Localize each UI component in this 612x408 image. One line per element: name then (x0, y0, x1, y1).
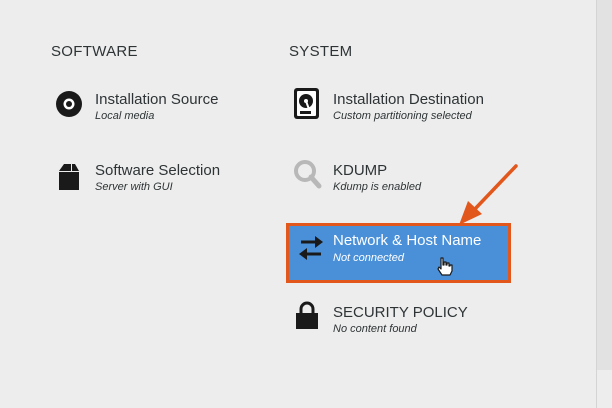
kdump-status: Kdump is enabled (333, 181, 422, 193)
window-edge (596, 0, 612, 408)
installation-source-status: Local media (95, 110, 155, 122)
package-icon (53, 156, 93, 196)
installation-destination-status: Custom partitioning selected (333, 110, 472, 122)
hand-cursor-icon (437, 257, 453, 276)
network-host-name-status: Not connected (333, 252, 404, 264)
system-heading: SYSTEM (289, 43, 353, 60)
harddisk-icon (291, 85, 331, 125)
security-policy-spoke[interactable]: SECURITY POLICY No content found (291, 298, 521, 350)
security-policy-title: SECURITY POLICY (333, 304, 468, 321)
magnifier-icon (291, 156, 331, 196)
network-arrows-icon (293, 230, 333, 270)
software-selection-status: Server with GUI (95, 181, 173, 193)
kdump-spoke[interactable]: KDUMP Kdump is enabled (291, 156, 521, 208)
disc-icon (53, 85, 93, 125)
installation-destination-spoke[interactable]: Installation Destination Custom partitio… (291, 85, 521, 137)
network-host-name-spoke[interactable]: Network & Host Name Not connected (286, 223, 511, 283)
network-host-name-title: Network & Host Name (333, 232, 482, 249)
security-policy-status: No content found (333, 323, 417, 335)
lock-icon (291, 298, 331, 338)
software-selection-spoke[interactable]: Software Selection Server with GUI (53, 156, 253, 208)
software-selection-title: Software Selection (95, 162, 221, 179)
installation-destination-title: Installation Destination (333, 91, 484, 108)
installation-source-title: Installation Source (95, 91, 219, 108)
software-heading: SOFTWARE (51, 43, 138, 60)
installation-source-spoke[interactable]: Installation Source Local media (53, 85, 253, 137)
kdump-title: KDUMP (333, 162, 388, 179)
